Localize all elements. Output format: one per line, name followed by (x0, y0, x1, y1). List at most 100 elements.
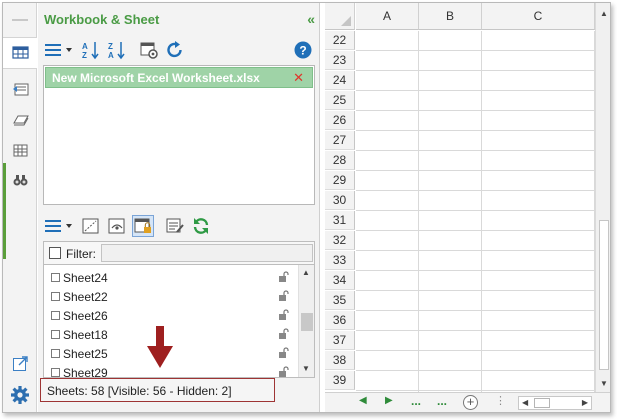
row-header[interactable]: 27 (325, 131, 355, 150)
sheet-name: Sheet25 (63, 347, 108, 361)
protect-sheet-button[interactable] (132, 215, 154, 237)
find-replace-icon[interactable] (12, 172, 29, 189)
refresh-sheets-button[interactable] (190, 215, 212, 237)
column-header-c[interactable]: C (482, 3, 595, 30)
grip-handle[interactable] (12, 19, 28, 21)
settings-gear-icon[interactable] (10, 385, 30, 405)
scroll-down-icon[interactable]: ▼ (600, 379, 608, 388)
sheet-checkbox[interactable] (51, 292, 60, 301)
row-header[interactable]: 35 (325, 291, 355, 310)
scroll-thumb[interactable] (599, 220, 609, 370)
next-sheet-button[interactable]: ▶ (385, 395, 393, 406)
help-button[interactable]: ? (292, 39, 314, 61)
sheet-name: Sheet18 (63, 328, 108, 342)
grid-vertical-scrollbar[interactable]: ▲ ▼ (595, 3, 610, 392)
sheet-name: Sheet29 (63, 366, 108, 378)
row-header[interactable]: 22 (325, 31, 355, 50)
filter-input[interactable] (101, 244, 313, 262)
row-header[interactable]: 24 (325, 71, 355, 90)
row-header[interactable]: 38 (325, 351, 355, 370)
sheet-list-item[interactable]: Sheet22 (44, 287, 299, 306)
hide-sheet-icon (82, 218, 99, 234)
scroll-up-icon[interactable]: ▲ (302, 268, 310, 277)
sheet-menu-button[interactable] (42, 215, 76, 237)
select-all-corner[interactable] (325, 3, 355, 30)
sheet-checkbox[interactable] (51, 368, 60, 377)
row-header[interactable]: 26 (325, 111, 355, 130)
unhide-sheet-icon (108, 218, 125, 234)
filter-label: Filter: (66, 247, 96, 261)
spreadsheet-grid: A B C 22 23 24 25 26 27 28 29 30 31 32 33 34 35 36 37 38… (325, 3, 610, 412)
sort-descending-button[interactable]: Z A (106, 39, 128, 61)
autotext-icon[interactable] (12, 111, 29, 128)
unlock-icon[interactable] (278, 366, 289, 378)
workbook-item-selected[interactable]: New Microsoft Excel Worksheet.xlsx ✕ (45, 67, 313, 88)
add-sheet-button[interactable]: + (463, 395, 478, 410)
row-header[interactable]: 33 (325, 251, 355, 270)
hide-sheet-button[interactable] (80, 215, 102, 237)
row-header[interactable]: 32 (325, 231, 355, 250)
sheet-name: Sheet24 (63, 271, 108, 285)
sheet-checkbox[interactable] (51, 311, 60, 320)
row-header[interactable]: 39 (325, 371, 355, 390)
row-header[interactable]: 37 (325, 331, 355, 350)
unlock-icon[interactable] (278, 328, 289, 340)
close-workbook-icon[interactable]: ✕ (293, 70, 304, 86)
sheet-checkbox[interactable] (51, 349, 60, 358)
expand-icon[interactable] (12, 355, 29, 372)
more-sheets-left-button[interactable]: ... (411, 394, 421, 408)
splitter-handle-icon[interactable]: ⋮ (495, 394, 506, 407)
sheet-list: Sheet24 Sheet22 Sheet26 Sheet18 Sheet25 (43, 265, 315, 378)
row-header[interactable]: 23 (325, 51, 355, 70)
svg-text:Z: Z (108, 42, 113, 51)
sort-descending-icon: Z A (108, 42, 125, 60)
column-header-b[interactable]: B (419, 3, 482, 30)
sheet-list-item[interactable]: Sheet24 (44, 268, 299, 287)
sheet-options-button[interactable] (164, 215, 186, 237)
unhide-sheet-button[interactable] (106, 215, 128, 237)
prev-sheet-button[interactable]: ◀ (359, 395, 367, 406)
workbook-toolbar: A Z Z A ? (42, 38, 312, 62)
scroll-right-icon[interactable]: ▶ (582, 398, 588, 407)
sort-menu-button[interactable] (42, 39, 76, 61)
unlock-icon[interactable] (278, 309, 289, 321)
sheet-tab-bar: ◀ ▶ ... ... + ⋮ ◀ ▶ (325, 392, 610, 412)
horizontal-scrollbar[interactable]: ◀ ▶ (518, 396, 592, 410)
status-text: Sheets: 58 [Visible: 56 - Hidden: 2] (47, 384, 232, 398)
collapse-panel-button[interactable]: « (307, 11, 315, 27)
row-header[interactable]: 29 (325, 171, 355, 190)
scroll-thumb[interactable] (534, 398, 550, 408)
scroll-down-icon[interactable]: ▼ (302, 364, 310, 373)
filter-checkbox[interactable] (49, 247, 61, 259)
sheet-list-item[interactable]: Sheet26 (44, 306, 299, 325)
scroll-up-icon[interactable]: ▲ (600, 9, 608, 18)
active-indicator-bar (3, 163, 6, 259)
scroll-left-icon[interactable]: ◀ (522, 398, 528, 407)
row-header[interactable]: 25 (325, 91, 355, 110)
unlock-icon[interactable] (278, 271, 289, 283)
row-header[interactable]: 30 (325, 191, 355, 210)
column-header-a[interactable]: A (356, 3, 419, 30)
navigation-pane-icon[interactable] (12, 81, 29, 98)
column-list-icon[interactable] (12, 142, 29, 159)
sheet-checkbox[interactable] (51, 330, 60, 339)
row-header[interactable]: 31 (325, 211, 355, 230)
sort-ascending-button[interactable]: A Z (80, 39, 102, 61)
workbook-sheet-icon (12, 46, 29, 59)
unlock-icon[interactable] (278, 290, 289, 302)
scroll-thumb[interactable] (301, 313, 313, 331)
row-header[interactable]: 28 (325, 151, 355, 170)
sheet-options-icon (166, 218, 184, 233)
row-header[interactable]: 36 (325, 311, 355, 330)
sheet-name: Sheet26 (63, 309, 108, 323)
sort-ascending-icon: A Z (82, 42, 99, 60)
cell-area[interactable] (356, 31, 595, 392)
row-header[interactable]: 34 (325, 271, 355, 290)
sheet-list-scrollbar[interactable]: ▲ ▼ (298, 265, 314, 377)
more-sheets-right-button[interactable]: ... (437, 394, 447, 408)
sheet-menu-icon (45, 220, 72, 232)
workbook-options-button[interactable] (138, 39, 160, 61)
sheet-checkbox[interactable] (51, 273, 60, 282)
refresh-button[interactable] (164, 39, 186, 61)
unlock-icon[interactable] (278, 347, 289, 359)
